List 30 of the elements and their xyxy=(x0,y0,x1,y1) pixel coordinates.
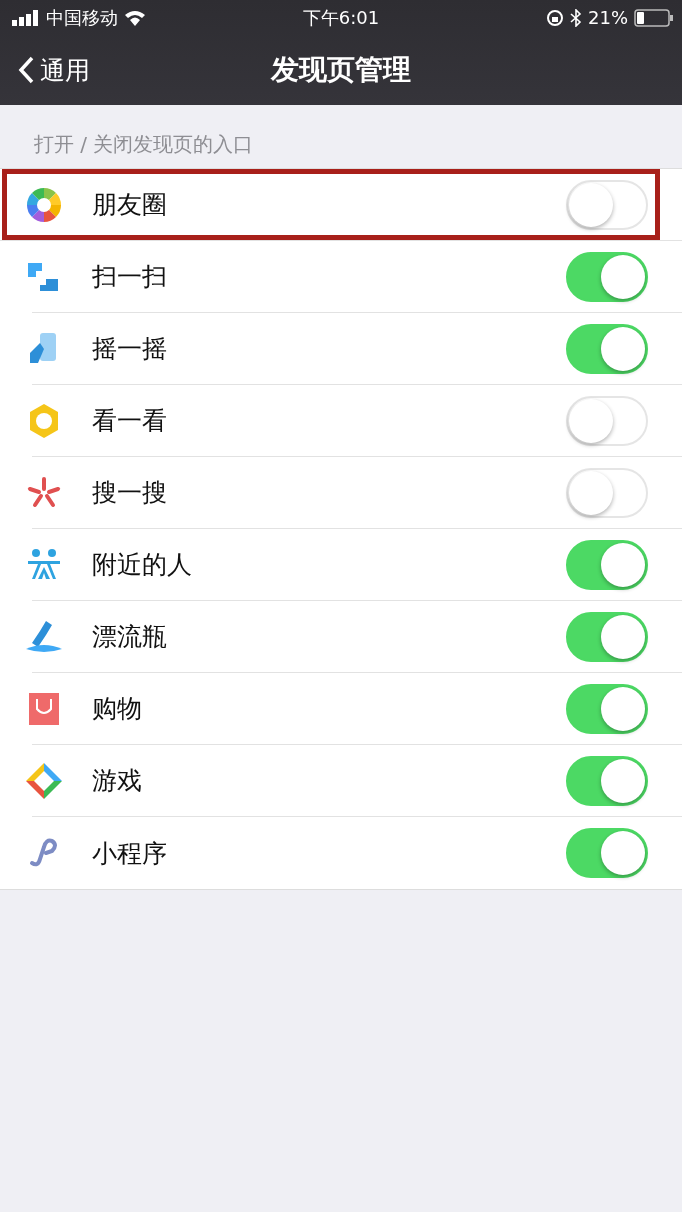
toggle-switch[interactable] xyxy=(566,539,648,590)
setting-label: 附近的人 xyxy=(92,549,193,581)
battery-icon xyxy=(634,8,674,27)
section-label: 打开 / 关闭发现页的入口 xyxy=(33,131,255,158)
signal-icon xyxy=(12,9,40,26)
clock-time: 下午6:01 xyxy=(302,5,380,30)
diamond-icon xyxy=(24,760,64,801)
toggle-switch[interactable] xyxy=(566,828,648,878)
bluetooth-icon xyxy=(570,8,582,27)
setting-label: 搜一搜 xyxy=(92,477,168,509)
setting-label: 朋友圈 xyxy=(92,189,168,221)
page-title: 发现页管理 xyxy=(271,52,411,88)
toggle-switch[interactable] xyxy=(566,251,648,302)
setting-label: 小程序 xyxy=(92,837,168,870)
toggle-switch[interactable] xyxy=(566,611,648,662)
toggle-switch[interactable] xyxy=(566,323,648,374)
back-button[interactable]: 通用 xyxy=(0,53,90,87)
wifi-icon xyxy=(124,9,146,26)
chevron-left-icon xyxy=(18,56,34,84)
rotation-lock-icon xyxy=(546,8,564,27)
setting-label: 看一看 xyxy=(92,405,168,437)
setting-label: 扫一扫 xyxy=(92,261,168,293)
setting-label: 摇一摇 xyxy=(92,333,168,365)
carrier-name: 中国移动 xyxy=(46,5,118,30)
setting-label: 游戏 xyxy=(92,765,143,797)
setting-label: 购物 xyxy=(92,693,143,725)
toggle-switch[interactable] xyxy=(566,683,648,734)
toggle-switch[interactable] xyxy=(566,755,648,806)
battery-percent: 21% xyxy=(588,7,628,28)
setting-label: 漂流瓶 xyxy=(92,621,168,653)
